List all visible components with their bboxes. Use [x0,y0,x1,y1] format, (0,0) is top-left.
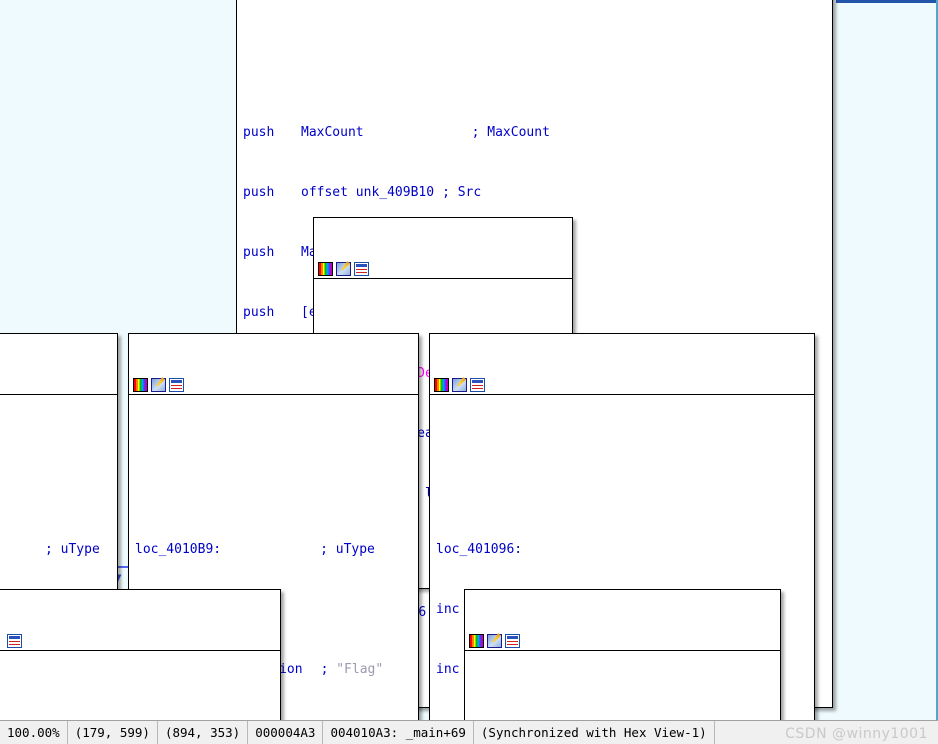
xrefs-icon[interactable] [470,378,485,392]
scroll-indicator [836,0,936,3]
palette-icon[interactable] [318,262,333,276]
code-line[interactable]: push MaxCount; MaxCount [243,123,832,143]
code-line[interactable]: push offset unk_409B10; Src [243,183,832,203]
status-file-offset: 000004A3 [248,720,324,744]
status-address: 004010A3: _main+69 [323,720,474,744]
status-zoom[interactable]: 100.00% [0,720,68,744]
xrefs-icon[interactable] [169,378,184,392]
graph-canvas[interactable]: push MaxCount; MaxCount push offset unk_40… [0,0,938,720]
xrefs-icon[interactable] [7,634,22,648]
xrefs-icon[interactable] [505,634,520,648]
block-loc-4010CD-heapfree[interactable]: 4010CD:; lpMem [ebp+lpMem] 0; dwFlags [e… [0,589,281,720]
status-filler [715,721,938,744]
code-line[interactable]: loc_401096: [436,540,814,560]
status-sync: (Synchronized with Hex View-1) [474,720,715,744]
ida-graph-window: push MaxCount; MaxCount push offset unk_40… [0,0,938,744]
code-line[interactable]: loc_4010B9:; uType [135,540,418,560]
line-comment: ; uType [320,542,375,557]
line-comment: ; Src [442,185,482,200]
block-header [0,374,117,395]
line-comment: ; uType [45,542,100,557]
pencil-icon[interactable] [452,378,467,392]
block-header [314,258,572,279]
line-comment: ; MaxCount [471,125,550,140]
block-header [465,630,780,651]
palette-icon[interactable] [469,634,484,648]
status-graph-coords: (179, 599) [68,720,158,744]
xrefs-icon[interactable] [354,262,369,276]
block-header [129,374,418,395]
palette-icon[interactable] [434,378,449,392]
status-bar: 100.00% (179, 599) (894, 353) 000004A3 0… [0,720,938,744]
pencil-icon[interactable] [487,634,502,648]
palette-icon[interactable] [133,378,148,392]
pencil-icon[interactable] [151,378,166,392]
block-loc-4010EF-exitprocess[interactable]: loc_4010EF:; uExitCode push0FFFFFFFFh ca… [464,589,781,720]
block-header [0,630,280,651]
code-line[interactable]: ; uType [0,540,117,560]
block-header [430,374,814,395]
pencil-icon[interactable] [336,262,351,276]
status-view-coords: (894, 353) [158,720,249,744]
